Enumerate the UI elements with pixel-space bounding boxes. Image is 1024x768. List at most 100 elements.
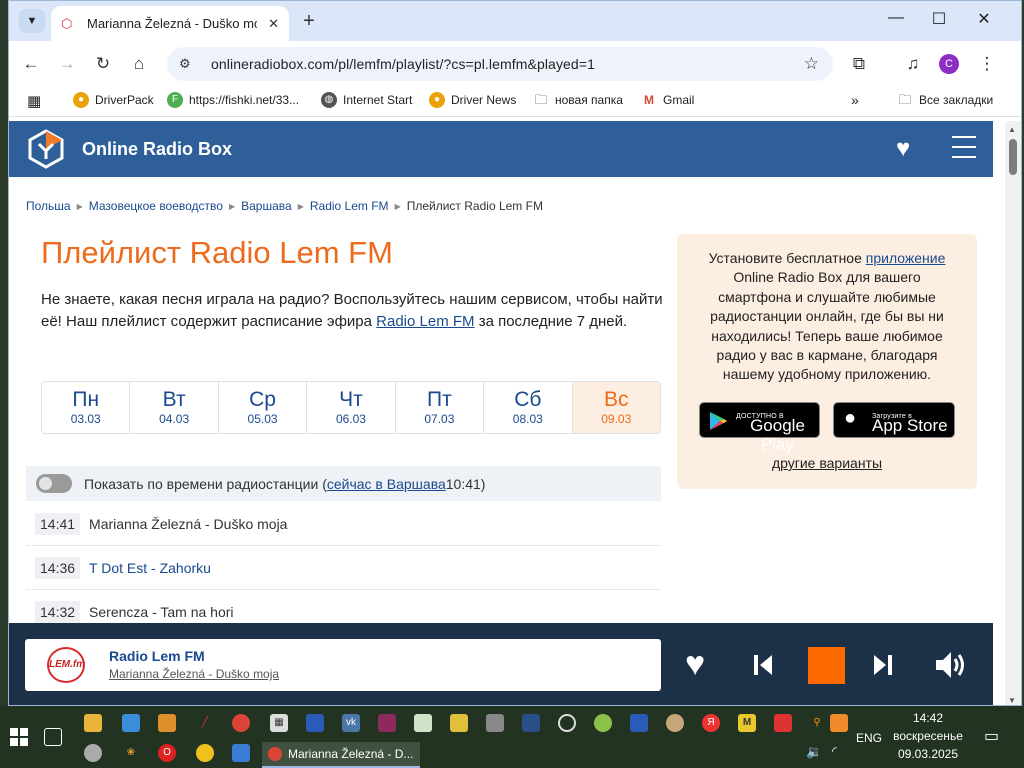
site-info-icon[interactable]: ⚙ xyxy=(179,56,199,72)
windows-start-icon[interactable] xyxy=(10,728,28,746)
current-time-link[interactable]: сейчас в Варшава xyxy=(327,476,446,492)
settings-app-icon[interactable] xyxy=(84,744,102,762)
browser-menu-icon[interactable]: ⋮ xyxy=(975,52,999,76)
app-icon[interactable] xyxy=(158,714,176,732)
maximize-button[interactable]: ☐ xyxy=(924,9,954,29)
breadcrumb-masovian[interactable]: Мазовецкое воеводство xyxy=(89,199,223,213)
circle-app-icon[interactable] xyxy=(558,714,576,732)
day-tab-mon[interactable]: Пн 03.03 xyxy=(42,382,131,433)
office-icon[interactable] xyxy=(522,714,540,732)
track-title-link[interactable]: T Dot Est - Zahorku xyxy=(89,560,211,576)
task-view-icon[interactable] xyxy=(44,728,62,746)
notification-icon[interactable]: ▭ xyxy=(984,726,999,746)
volume-icon[interactable] xyxy=(934,649,968,681)
all-bookmarks[interactable]: 🗀 Все закладки xyxy=(897,92,993,108)
yandex-icon[interactable]: Я xyxy=(702,714,720,732)
bookmark-star-icon[interactable]: ☆ xyxy=(804,54,819,74)
media-control-icon[interactable]: ♫ xyxy=(901,52,925,76)
player-station-name[interactable]: Radio Lem FM xyxy=(109,648,205,664)
day-tab-thu[interactable]: Чт 06.03 xyxy=(307,382,396,433)
promo-app-link[interactable]: приложение xyxy=(866,250,946,266)
back-button[interactable]: ← xyxy=(19,52,43,76)
profile-avatar[interactable]: C xyxy=(939,54,959,74)
forward-button[interactable]: → xyxy=(55,52,79,76)
scroll-down-icon[interactable]: ▼ xyxy=(1008,696,1016,705)
calculator-icon[interactable]: ▦ xyxy=(270,714,288,732)
minimize-button[interactable]: — xyxy=(881,9,911,27)
search-app-icon[interactable]: ⚲ xyxy=(808,714,826,732)
scrollbar-thumb[interactable] xyxy=(1009,139,1017,175)
game-icon[interactable] xyxy=(666,714,684,732)
hamburger-menu-icon[interactable] xyxy=(952,136,976,160)
now-playing-card[interactable]: LEM.fm Radio Lem FM Marianna Železná - D… xyxy=(25,639,661,691)
tool-icon[interactable]: ╱ xyxy=(196,714,214,732)
page-scrollbar[interactable]: ▲ ▼ xyxy=(1005,121,1021,705)
window-app-icon[interactable] xyxy=(232,744,250,762)
language-indicator[interactable]: ENG xyxy=(856,731,882,745)
bookmark-internet-start[interactable]: ◍ Internet Start xyxy=(321,92,412,108)
app-store-button[interactable]: ● Загрузите в App Store xyxy=(833,402,955,438)
favorites-heart-icon[interactable]: ♥ xyxy=(896,135,910,163)
active-chrome-task[interactable]: Marianna Železná - D... xyxy=(262,742,420,768)
apps-grid-icon[interactable]: ▦ xyxy=(27,92,41,110)
wifi-icon[interactable]: ◜ xyxy=(832,744,837,758)
intro-station-link[interactable]: Radio Lem FM xyxy=(376,313,474,330)
bookmark-label: новая папка xyxy=(555,93,623,107)
day-tab-fri[interactable]: Пт 07.03 xyxy=(396,382,485,433)
day-tab-wed[interactable]: Ср 05.03 xyxy=(219,382,308,433)
paw-icon[interactable]: ❀ xyxy=(122,744,140,762)
opera-icon[interactable]: O xyxy=(158,744,176,762)
winrar-icon[interactable] xyxy=(378,714,396,732)
clock[interactable]: 14:42 воскресенье 09.03.2025 xyxy=(888,711,968,761)
notepad-icon[interactable] xyxy=(414,714,432,732)
station-time-toggle[interactable] xyxy=(36,474,72,493)
explorer-icon[interactable] xyxy=(84,714,102,732)
new-tab-button[interactable]: + xyxy=(297,10,321,33)
speaker-icon[interactable]: 🔉 xyxy=(806,744,822,760)
bookmark-driverpack[interactable]: ● DriverPack xyxy=(73,92,154,108)
bookmark-driver-news[interactable]: ● Driver News xyxy=(429,92,516,108)
orange-app-icon[interactable] xyxy=(830,714,848,732)
day-tab-tue[interactable]: Вт 04.03 xyxy=(130,382,219,433)
close-window-button[interactable]: ✕ xyxy=(969,9,999,29)
breadcrumb-station[interactable]: Radio Lem FM xyxy=(310,199,389,213)
extensions-puzzle-icon[interactable]: ⧉ xyxy=(847,52,871,76)
day-tab-sat[interactable]: Сб 08.03 xyxy=(484,382,573,433)
next-track-icon[interactable] xyxy=(873,653,893,677)
bookmark-fishki[interactable]: F https://fishki.net/33... xyxy=(167,92,299,108)
reload-button[interactable]: ↻ xyxy=(91,52,115,76)
tab-search-button[interactable]: ▼ xyxy=(19,9,45,33)
green-app-icon[interactable] xyxy=(594,714,612,732)
tab-title: Marianna Železná - Duško moja xyxy=(87,16,257,31)
player-song-title[interactable]: Marianna Železná - Duško moja xyxy=(109,667,279,681)
yellow-app-icon[interactable] xyxy=(196,744,214,762)
computer-icon[interactable] xyxy=(122,714,140,732)
bookmark-new-folder[interactable]: 🗀 новая папка xyxy=(533,92,623,108)
metro-icon[interactable]: M xyxy=(738,714,756,732)
other-options-link[interactable]: другие варианты xyxy=(772,455,882,471)
image-viewer-icon[interactable] xyxy=(486,714,504,732)
address-bar[interactable]: ⚙ onlineradiobox.com/pl/lemfm/playlist/?… xyxy=(167,47,833,81)
favorite-heart-icon[interactable]: ♥ xyxy=(685,645,705,684)
vk-icon[interactable]: vk xyxy=(342,714,360,732)
media-app-icon[interactable] xyxy=(774,714,792,732)
word-icon[interactable] xyxy=(306,714,324,732)
stop-button[interactable] xyxy=(808,647,845,684)
chrome-icon[interactable] xyxy=(232,714,250,732)
browser-tab[interactable]: ⬡ Marianna Železná - Duško moja ✕ xyxy=(51,6,289,41)
database-icon[interactable] xyxy=(450,714,468,732)
bookmark-gmail[interactable]: M Gmail xyxy=(641,92,694,108)
day-name: Пт xyxy=(427,388,452,411)
online-radio-box-logo-icon[interactable] xyxy=(27,129,65,169)
previous-track-icon[interactable] xyxy=(753,653,773,677)
breadcrumb-poland[interactable]: Польша xyxy=(26,199,71,213)
blue-app-icon[interactable] xyxy=(630,714,648,732)
google-play-button[interactable]: ДОСТУПНО В Google Play xyxy=(699,402,820,454)
more-bookmarks-chevron-icon[interactable]: » xyxy=(851,92,859,108)
close-tab-icon[interactable]: ✕ xyxy=(268,16,279,32)
day-tab-sun[interactable]: Вс 09.03 xyxy=(572,382,660,433)
home-button[interactable]: ⌂ xyxy=(127,52,151,76)
scroll-up-icon[interactable]: ▲ xyxy=(1008,125,1016,134)
site-name[interactable]: Online Radio Box xyxy=(82,139,232,160)
breadcrumb-warsaw[interactable]: Варшава xyxy=(241,199,292,213)
